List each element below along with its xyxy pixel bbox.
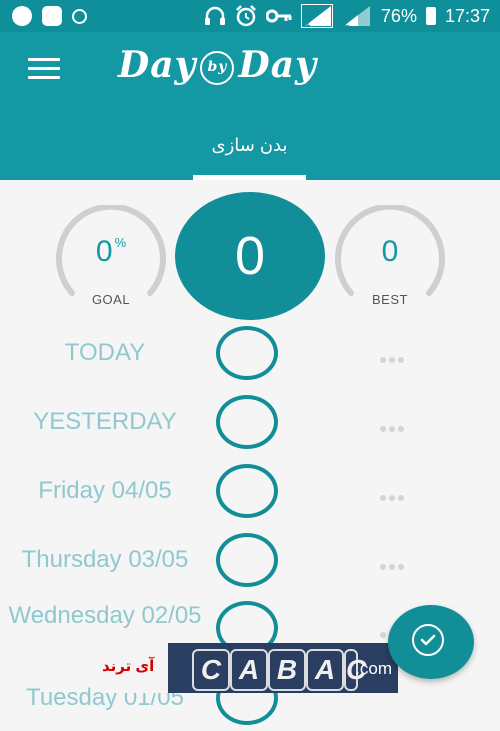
day-check-toggle[interactable] [216,395,278,449]
hamburger-menu-icon[interactable] [28,58,60,82]
watermark-mark: A [230,649,268,691]
watermark-left-text: آی ترند [102,658,155,675]
shield-icon [42,6,62,26]
battery-icon [425,7,436,25]
app-header: Day by Day بدن سازی [0,32,500,180]
day-count: 0 [175,192,325,320]
logo-by: by [200,51,235,85]
watermark-mark: C [192,649,230,691]
day-row: YESTERDAY [0,395,500,455]
confirm-fab-button[interactable] [388,605,474,679]
watermark-mark: A [306,649,344,691]
tab-bodybuilding[interactable]: بدن سازی [193,128,306,180]
logo-text-left: Day [118,44,197,86]
day-label: YESTERDAY [33,408,177,435]
goal-label: GOAL [91,292,131,307]
status-right: 1 2 76% 17:37 [204,0,490,32]
alarm-icon [236,5,256,27]
goal-unit: % [114,235,127,250]
goal-value: 0% [95,235,127,268]
clock: 17:37 [444,5,490,26]
day-row: TODAY [0,326,500,386]
day-check-toggle[interactable] [216,464,278,518]
day-check-toggle[interactable] [216,326,278,380]
app-logo: Day by Day [118,44,317,86]
tab-indicator [193,175,306,180]
signal-icon: 2 [343,6,370,28]
status-left [0,6,87,26]
watermark-banner: آی ترند C A B A C .com [100,643,398,693]
signal-icon: 1 [300,4,333,28]
day-label: Friday 04/05 [38,477,172,504]
watermark-mark: B [268,649,306,691]
headphones-icon [204,6,225,25]
more-options-icon[interactable] [380,350,410,363]
logo-text-right: Day [238,44,317,86]
best-label: BEST [372,292,408,307]
best-value: 0 [381,235,399,268]
svg-text:1: 1 [305,18,311,28]
day-row: Thursday 03/05 [0,533,500,593]
battery-percent: 76% [380,5,417,26]
check-circle-icon [412,624,444,656]
more-options-icon[interactable] [380,557,410,570]
day-check-toggle[interactable] [216,533,278,587]
day-label: TODAY [64,339,146,366]
status-bar: 1 2 76% 17:37 [0,0,500,32]
key-icon [265,9,292,23]
svg-text:2: 2 [344,18,350,28]
best-gauge: 0 BEST [331,205,449,307]
watermark-left: آی ترند [100,643,168,693]
watermark-domain: .com [355,659,392,678]
more-options-icon[interactable] [380,419,410,432]
goal-gauge: 0% GOAL [52,205,170,307]
day-label: Thursday 03/05 [21,546,189,573]
day-label: Wednesday 02/05 [8,602,202,629]
more-options-icon[interactable] [380,488,410,501]
ring-icon [72,8,87,24]
whatsapp-icon [12,6,32,26]
day-row: Friday 04/05 [0,464,500,524]
